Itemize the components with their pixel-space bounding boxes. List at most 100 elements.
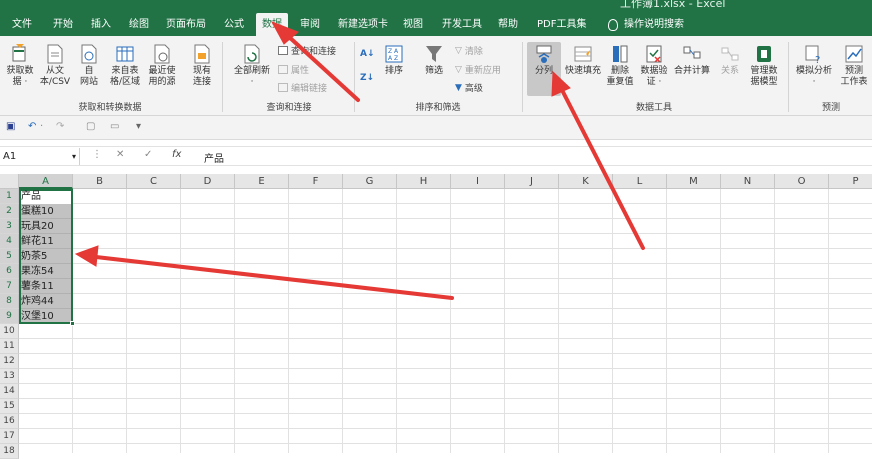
tab-data[interactable]: 数据 [256,13,288,36]
formula-input[interactable]: 产品 [204,150,224,165]
name-box[interactable]: A1 ▾ [0,148,80,165]
row-header-11[interactable]: 11 [0,339,19,354]
column-header-k[interactable]: K [559,174,613,189]
name-box-value: A1 [3,151,17,162]
from-text-csv-button[interactable]: 从文 本/CSV [38,44,72,88]
cell-a7[interactable]: 薯条11 [21,279,54,294]
row-header-3[interactable]: 3 [0,219,19,234]
flash-fill-button[interactable]: 快速填充 [562,44,604,77]
data-validation-button[interactable]: 数据验 证 · [638,44,670,88]
cell-a3[interactable]: 玩具20 [21,219,54,234]
row-header-5[interactable]: 5 [0,249,19,264]
existing-connections-button[interactable]: 现有 连接 [188,44,216,88]
tab-new-tab[interactable]: 新建选项卡 [332,13,394,36]
refresh-all-button[interactable]: 全部刷新 · [230,44,274,88]
column-header-e[interactable]: E [235,174,289,189]
from-web-button[interactable]: 自 网站 [76,44,102,88]
sort-descending-button[interactable]: Z↓ [360,73,374,83]
from-table-button[interactable]: 来自表 格/区域 [107,44,143,88]
tab-formulas[interactable]: 公式 [218,13,250,36]
what-if-analysis-button[interactable]: ? 模拟分析 · [792,44,836,88]
insert-function-icon[interactable]: fx [172,149,181,160]
sort-ascending-button[interactable]: A↓ [360,49,375,59]
column-header-b[interactable]: B [73,174,127,189]
cell-a5[interactable]: 奶茶5 [21,249,47,264]
column-header-h[interactable]: H [397,174,451,189]
row-header-13[interactable]: 13 [0,369,19,384]
column-header-d[interactable]: D [181,174,235,189]
cell-a4[interactable]: 鲜花11 [21,234,54,249]
redo-icon[interactable]: ↷ [56,121,64,132]
reapply-button[interactable]: ▽ 重新应用 [455,63,501,77]
row-header-12[interactable]: 12 [0,354,19,369]
edit-links-button[interactable]: 编辑链接 [278,81,327,94]
row-header-16[interactable]: 16 [0,414,19,429]
row-header-2[interactable]: 2 [0,204,19,219]
column-header-l[interactable]: L [613,174,667,189]
column-header-j[interactable]: J [505,174,559,189]
row-header-1[interactable]: 1 [0,189,19,204]
column-header-m[interactable]: M [667,174,721,189]
tab-help[interactable]: 帮助 [492,13,524,36]
column-header-p[interactable]: P [829,174,872,189]
tab-home[interactable]: 开始 [47,13,79,36]
row-header-8[interactable]: 8 [0,294,19,309]
get-data-button[interactable]: 获取数 据 · [4,44,36,88]
remove-duplicates-button[interactable]: 删除 重复值 [604,44,636,88]
forecast-sheet-button[interactable]: 预测 工作表 [838,44,870,88]
tab-file[interactable]: 文件 [6,13,38,36]
column-header-f[interactable]: F [289,174,343,189]
tab-draw[interactable]: 绘图 [123,13,155,36]
fill-handle[interactable] [70,321,75,326]
clear-button[interactable]: ▽ 清除 [455,44,483,58]
print-preview-icon[interactable]: ▭ [110,121,119,132]
sort-button[interactable]: Z AA Z 排序 [382,44,406,77]
cell-a2[interactable]: 蛋糕10 [21,204,54,219]
column-header-g[interactable]: G [343,174,397,189]
tab-insert[interactable]: 插入 [85,13,117,36]
cancel-icon[interactable]: ✕ [116,149,124,160]
name-box-dropdown-icon[interactable]: ▾ [72,148,76,165]
row-header-14[interactable]: 14 [0,384,19,399]
cell-a1[interactable]: 产品 [21,189,41,204]
column-header-c[interactable]: C [127,174,181,189]
row-header-15[interactable]: 15 [0,399,19,414]
row-header-17[interactable]: 17 [0,429,19,444]
row-header-4[interactable]: 4 [0,234,19,249]
filter-button[interactable]: 筛选 [422,44,446,77]
cell-a9[interactable]: 汉堡10 [21,309,54,324]
row-header-10[interactable]: 10 [0,324,19,339]
column-header-i[interactable]: I [451,174,505,189]
worksheet-grid[interactable]: ABCDEFGHIJKLMNOP 1 2 3 4 5 6 7 8 9 10 11 12 13 14 15 16… [0,174,872,459]
tab-review[interactable]: 审阅 [294,13,326,36]
row-header-9[interactable]: 9 [0,309,19,324]
queries-connections-button[interactable]: 查询和连接 [278,44,336,57]
consolidate-button[interactable]: 合并计算 [672,44,712,77]
text-to-columns-button[interactable]: 分列 [529,44,559,77]
advanced-filter-button[interactable]: ▼ 高级 [455,81,483,95]
enter-icon[interactable]: ✓ [144,149,152,160]
save-icon[interactable]: ▣ [6,121,15,132]
cell-a6[interactable]: 果冻54 [21,264,54,279]
row-header-18[interactable]: 18 [0,444,19,459]
properties-button[interactable]: 属性 [278,63,309,76]
undo-dropdown-icon[interactable]: · [40,121,43,132]
relationships-button[interactable]: 关系 [716,44,744,77]
new-file-icon[interactable]: ▢ [86,121,95,132]
recent-sources-button[interactable]: 最近使 用的源 [144,44,180,88]
cell-a8[interactable]: 炸鸡44 [21,294,54,309]
undo-icon[interactable]: ↶ [28,121,36,132]
column-header-a[interactable]: A [19,174,73,189]
manage-data-model-button[interactable]: 管理数 据模型 [746,44,782,88]
row-header-6[interactable]: 6 [0,264,19,279]
tab-developer[interactable]: 开发工具 [436,13,488,36]
column-header-n[interactable]: N [721,174,775,189]
row-header-7[interactable]: 7 [0,279,19,294]
customize-qat-icon[interactable]: ▾ [136,121,141,132]
tab-view[interactable]: 视图 [397,13,429,36]
column-header-o[interactable]: O [775,174,829,189]
select-all-corner[interactable] [0,174,19,189]
tab-page-layout[interactable]: 页面布局 [160,13,212,36]
tell-me-search[interactable]: 操作说明搜索 [602,13,690,36]
tab-pdf-tools[interactable]: PDF工具集 [531,13,592,36]
